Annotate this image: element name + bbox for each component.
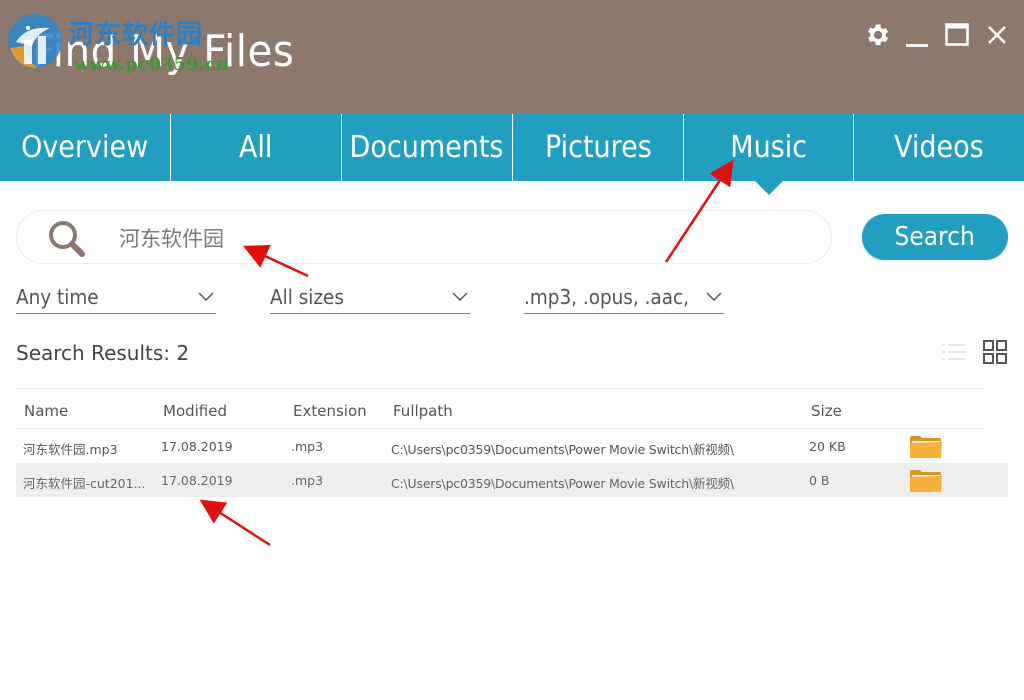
cell-name: 河东软件园-cut201... bbox=[23, 476, 146, 491]
search-button[interactable]: Search bbox=[862, 214, 1008, 260]
results-label: Search Results: bbox=[16, 341, 171, 365]
watermark: 河东软件园 www.pc0359.cn bbox=[4, 10, 229, 75]
tab-videos[interactable]: Videos bbox=[854, 114, 1024, 181]
settings-button[interactable] bbox=[862, 18, 892, 52]
cell-modified: 17.08.2019 bbox=[161, 473, 233, 488]
size-filter-dropdown[interactable]: All sizes bbox=[270, 280, 470, 314]
table-row[interactable]: 河东软件园.mp3 17.08.2019 .mp3 C:\Users\pc035… bbox=[16, 429, 1008, 463]
gear-icon bbox=[868, 24, 889, 46]
maximize-button[interactable] bbox=[942, 18, 972, 52]
chevron-down-icon bbox=[706, 291, 722, 301]
watermark-text: 河东软件园 bbox=[68, 20, 204, 50]
column-header-size[interactable]: Size bbox=[811, 402, 842, 420]
extension-filter-dropdown[interactable]: .mp3, .opus, .aac, bbox=[524, 280, 724, 314]
close-button[interactable] bbox=[982, 18, 1012, 52]
search-box bbox=[16, 210, 832, 264]
annotation-arrow-results bbox=[199, 499, 271, 547]
find-my-files-window: Find My Files 河东软件园 www.pc0359.cn Overvi… bbox=[0, 0, 1024, 700]
results-table: Name Modified Extension Fullpath Size 河东… bbox=[16, 388, 1008, 497]
search-results-heading: Search Results: 2 bbox=[16, 341, 189, 365]
column-header-modified[interactable]: Modified bbox=[163, 402, 227, 420]
search-input[interactable] bbox=[119, 221, 809, 255]
window-controls bbox=[862, 18, 1012, 52]
minimize-button[interactable] bbox=[902, 18, 932, 52]
column-header-extension[interactable]: Extension bbox=[293, 402, 367, 420]
cell-name: 河东软件园.mp3 bbox=[23, 442, 118, 457]
tab-music[interactable]: Music bbox=[684, 114, 854, 195]
search-icon bbox=[49, 221, 85, 257]
category-tabs: Overview All Documents Pictures Music Vi… bbox=[0, 114, 1024, 195]
results-count: 2 bbox=[176, 341, 190, 365]
watermark-url: www.pc0359.cn bbox=[74, 54, 229, 75]
tab-documents[interactable]: Documents bbox=[342, 114, 513, 181]
grid-view-icon[interactable] bbox=[983, 340, 1007, 364]
table-row[interactable]: 河东软件园-cut201... 17.08.2019 .mp3 C:\Users… bbox=[16, 463, 1008, 497]
chevron-down-icon bbox=[452, 291, 468, 301]
tab-overview[interactable]: Overview bbox=[0, 114, 171, 181]
cell-fullpath: C:\Users\pc0359\Documents\Power Movie Sw… bbox=[391, 442, 734, 457]
cell-extension: .mp3 bbox=[291, 439, 324, 454]
cell-size: 0 B bbox=[809, 473, 830, 488]
cell-size: 20 KB bbox=[809, 439, 846, 454]
cell-modified: 17.08.2019 bbox=[161, 439, 233, 454]
minimize-icon bbox=[906, 44, 928, 47]
chevron-down-icon bbox=[198, 291, 214, 301]
tab-all[interactable]: All bbox=[171, 114, 342, 181]
table-header: Name Modified Extension Fullpath Size bbox=[16, 388, 984, 429]
column-header-name[interactable]: Name bbox=[24, 402, 68, 420]
time-filter-dropdown[interactable]: Any time bbox=[16, 280, 216, 314]
title-bar: Find My Files 河东软件园 www.pc0359.cn bbox=[0, 0, 1024, 114]
watermark-logo-icon bbox=[8, 14, 62, 68]
open-folder-icon[interactable] bbox=[909, 435, 943, 459]
list-view-icon[interactable] bbox=[942, 342, 966, 362]
cell-extension: .mp3 bbox=[291, 473, 324, 488]
tab-pictures[interactable]: Pictures bbox=[513, 114, 684, 181]
open-folder-icon[interactable] bbox=[909, 469, 943, 493]
cell-fullpath: C:\Users\pc0359\Documents\Power Movie Sw… bbox=[391, 476, 734, 491]
close-icon bbox=[988, 26, 1006, 44]
column-header-fullpath[interactable]: Fullpath bbox=[393, 402, 453, 420]
maximize-icon bbox=[945, 23, 969, 46]
